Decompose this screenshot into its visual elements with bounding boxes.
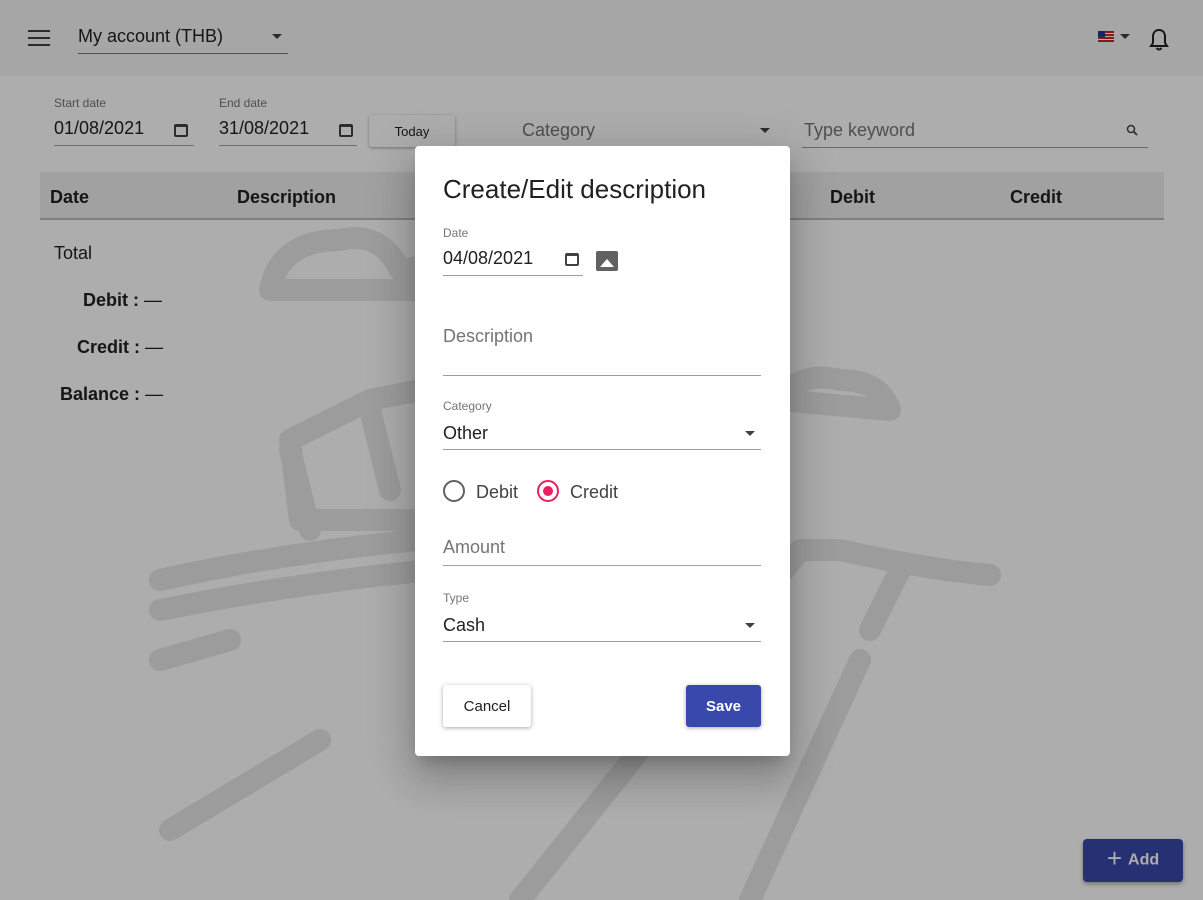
debit-radio[interactable] [443, 480, 465, 502]
debit-radio-label[interactable]: Debit [476, 482, 518, 503]
description-input[interactable]: Description [443, 324, 761, 376]
calendar-icon[interactable] [565, 253, 579, 266]
date-value: 04/08/2021 [443, 248, 534, 268]
create-edit-description-dialog: Create/Edit description Date 04/08/2021 … [415, 146, 790, 756]
save-button[interactable]: Save [686, 685, 761, 727]
category-select[interactable]: Other [443, 418, 761, 450]
category-label: Category [443, 399, 492, 413]
chevron-down-icon [745, 431, 755, 436]
date-field[interactable]: 04/08/2021 [443, 244, 583, 276]
description-placeholder: Description [443, 326, 534, 346]
date-label: Date [443, 226, 469, 240]
category-value: Other [443, 423, 489, 443]
amount-placeholder: Amount [443, 537, 506, 557]
type-label: Type [443, 591, 470, 605]
dialog-title: Create/Edit description [443, 174, 707, 204]
cancel-button[interactable]: Cancel [443, 685, 531, 727]
image-icon[interactable] [596, 251, 618, 271]
credit-radio-label[interactable]: Credit [570, 482, 618, 503]
chevron-down-icon [745, 623, 755, 628]
credit-radio[interactable] [537, 480, 559, 502]
type-value: Cash [443, 615, 486, 635]
amount-input[interactable]: Amount [443, 534, 761, 566]
type-select[interactable]: Cash [443, 610, 761, 642]
